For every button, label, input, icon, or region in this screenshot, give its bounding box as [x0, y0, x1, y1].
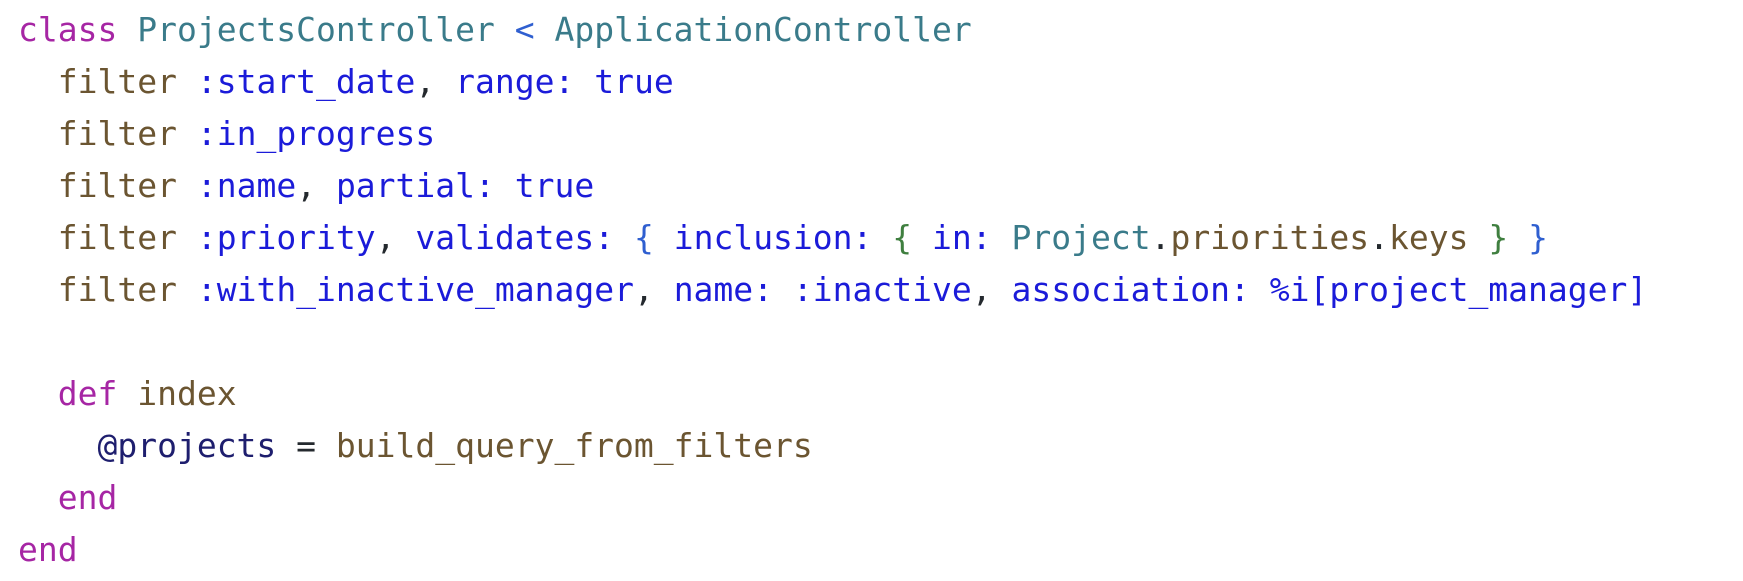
code-line: filter :in_progress	[18, 108, 1647, 160]
code-token-operator: {	[633, 218, 654, 257]
code-token-symbol: :start_date	[196, 62, 416, 101]
code-line: filter :start_date, range: true	[18, 56, 1647, 108]
code-editor-view: class ProjectsController < ApplicationCo…	[18, 4, 1647, 576]
code-token-symbol: :name	[196, 166, 297, 205]
code-token-method: filter	[57, 218, 177, 257]
code-token-symbol: :priority	[196, 218, 376, 257]
code-line: end	[18, 524, 1647, 576]
code-token-plain: .	[1150, 218, 1171, 257]
code-token-operator: }	[1528, 218, 1549, 257]
code-token-symbol: %i[project_manager]	[1269, 270, 1648, 309]
code-token-plain: .	[1369, 218, 1390, 257]
code-token-symbol: :with_inactive_manager	[196, 270, 634, 309]
code-token-symbol: validates:	[415, 218, 615, 257]
code-token-symbol: :in_progress	[196, 114, 436, 153]
code-token-method: filter	[57, 270, 177, 309]
code-token-constant: ApplicationController	[554, 10, 972, 49]
code-token-plain: ,	[375, 218, 416, 257]
code-line: @projects = build_query_from_filters	[18, 420, 1647, 472]
code-token-plain: ,	[633, 270, 674, 309]
code-token-keyword: end	[18, 530, 78, 569]
code-token-method: index	[137, 374, 237, 413]
code-token-symbol: association:	[1011, 270, 1250, 309]
code-token-symbol: true	[514, 166, 595, 205]
code-token-plain: =	[276, 426, 336, 465]
code-token-method: priorities	[1170, 218, 1370, 257]
code-token-symbol: name:	[673, 270, 774, 309]
code-token-symbol: range:	[455, 62, 575, 101]
code-token-method: build_query_from_filters	[335, 426, 813, 465]
code-line: class ProjectsController < ApplicationCo…	[18, 4, 1647, 56]
code-token-method: filter	[57, 114, 177, 153]
code-token-ivar: @projects	[97, 426, 277, 465]
code-token-symbol: partial:	[335, 166, 495, 205]
code-token-keyword: def	[57, 374, 118, 413]
code-token-method: filter	[57, 166, 177, 205]
code-line: filter :priority, validates: { inclusion…	[18, 212, 1647, 264]
code-token-plain: ,	[971, 270, 1012, 309]
code-token-symbol: :inactive	[792, 270, 972, 309]
code-token-keyword: class	[18, 10, 118, 49]
code-token-constant: Project	[1011, 218, 1151, 257]
code-token-plain: ,	[415, 62, 456, 101]
code-token-operator: <	[514, 10, 535, 49]
code-token-method: filter	[57, 62, 177, 101]
code-token-constant: ProjectsController	[137, 10, 495, 49]
code-token-method: keys	[1389, 218, 1469, 257]
code-token-symbol: inclusion:	[673, 218, 873, 257]
code-token-symbol: true	[594, 62, 674, 101]
code-line: filter :name, partial: true	[18, 160, 1647, 212]
code-line: filter :with_inactive_manager, name: :in…	[18, 264, 1648, 316]
code-token-keyword: end	[57, 478, 118, 517]
code-line: def index	[18, 368, 1647, 420]
code-line: end	[18, 472, 1647, 524]
code-token-brace-inner: {	[892, 218, 913, 257]
code-token-plain: ,	[296, 166, 336, 205]
code-token-brace-inner: }	[1488, 218, 1509, 257]
code-token-symbol: in:	[932, 218, 992, 257]
